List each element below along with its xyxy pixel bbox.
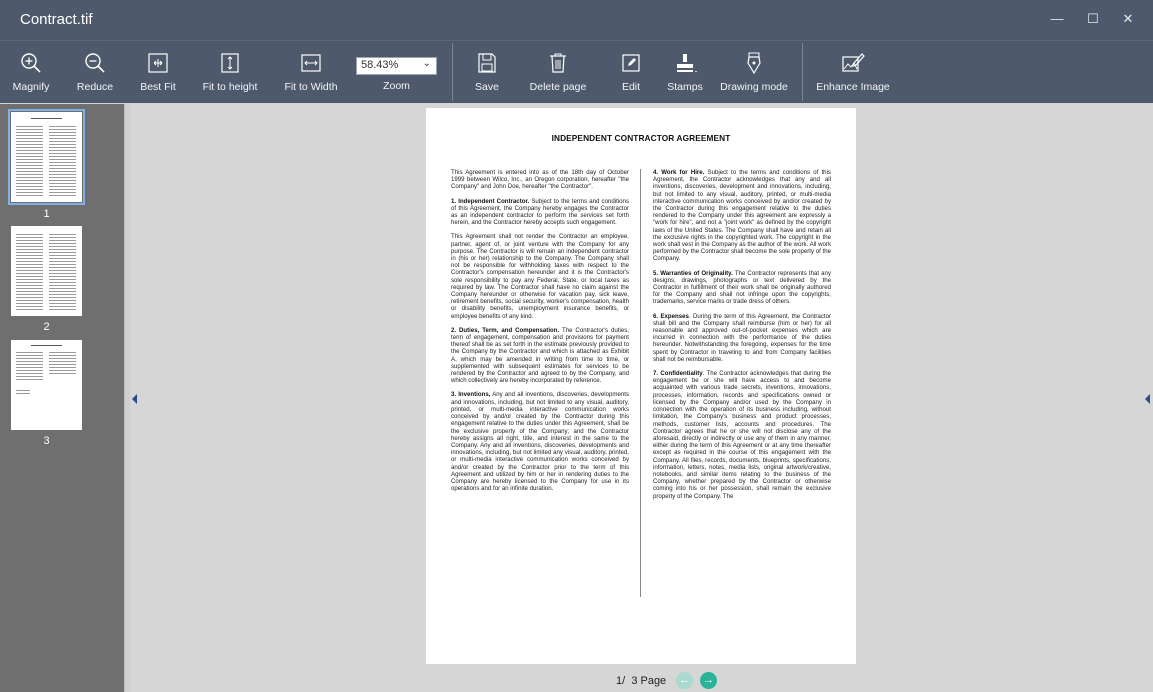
reduce-button[interactable]: Reduce	[72, 41, 118, 104]
magnify-button[interactable]: Magnify	[8, 41, 54, 104]
enhance-image-icon	[842, 53, 865, 72]
zoom-label-wrap: Zoom	[356, 41, 437, 104]
best-fit-icon	[148, 53, 168, 73]
stamps-label: Stamps	[667, 81, 703, 93]
edit-label: Edit	[621, 81, 641, 93]
paragraph: 1. Independent Contractor. Subject to th…	[451, 197, 629, 227]
collapse-right-arrow-icon[interactable]	[1145, 394, 1150, 404]
next-page-button[interactable]: →	[700, 672, 717, 689]
fit-to-height-button[interactable]: Fit to height	[200, 41, 260, 104]
edit-button[interactable]: Edit	[612, 41, 650, 104]
paragraph: 3. Inventions, Any and all inventions, d…	[451, 391, 629, 493]
fit-to-width-button[interactable]: Fit to Width	[280, 41, 342, 104]
page-thumbnail-2[interactable]	[11, 226, 82, 316]
paragraph: This Agreement shall not render the Cont…	[451, 233, 629, 320]
document-page: INDEPENDENT CONTRACTOR AGREEMENT This Ag…	[426, 108, 856, 664]
paragraph: This Agreement is entered into as of the…	[451, 169, 629, 191]
zoom-label: Zoom	[383, 80, 410, 92]
reduce-label: Reduce	[76, 81, 114, 93]
paragraph: 4. Work for Hire. Subject to the terms a…	[653, 169, 831, 263]
fit-to-height-label: Fit to height	[202, 81, 258, 93]
page-thumbnail-1[interactable]	[8, 109, 85, 205]
best-fit-button[interactable]: Best Fit	[134, 41, 182, 104]
enhance-image-button[interactable]: Enhance Image	[814, 41, 892, 104]
paragraph: 6. Expenses. During the term of this Agr…	[653, 312, 832, 363]
delete-page-button[interactable]: Delete page	[526, 41, 590, 104]
save-label: Save	[475, 81, 499, 93]
document-column-right: 4. Work for Hire. Subject to the terms a…	[653, 169, 831, 507]
drawing-mode-button[interactable]: Drawing mode	[718, 41, 790, 104]
thumbnail-number: 2	[43, 321, 50, 333]
zoom-out-icon	[85, 53, 105, 73]
save-button[interactable]: Save	[466, 41, 508, 104]
magnify-label: Magnify	[12, 81, 50, 93]
paragraph: 2. Duties, Term, and Compensation. The C…	[451, 326, 629, 385]
thumbnail-number: 1	[43, 208, 50, 220]
column-divider	[640, 169, 641, 597]
document-title: INDEPENDENT CONTRACTOR AGREEMENT	[551, 133, 731, 143]
thumbnail-panel: 1 2 3	[0, 104, 124, 692]
maximize-button[interactable]: ☐	[1080, 8, 1106, 30]
stamp-icon	[677, 54, 697, 73]
trash-icon	[550, 53, 566, 73]
title-bar: Contract.tif — ☐ ✕	[0, 0, 1153, 40]
toolbar: Magnify Reduce Best Fit Fit to height Fi…	[0, 40, 1153, 103]
toolbar-divider	[802, 43, 803, 101]
fit-height-icon	[221, 53, 239, 73]
edit-icon	[622, 54, 640, 72]
save-icon	[478, 53, 496, 73]
collapse-left-arrow-icon[interactable]	[132, 394, 137, 404]
pen-icon	[747, 52, 761, 75]
paragraph: 7. Confidentiality. The Contractor ackno…	[653, 370, 831, 500]
close-button[interactable]: ✕	[1115, 8, 1141, 30]
document-viewer: INDEPENDENT CONTRACTOR AGREEMENT This Ag…	[130, 104, 1153, 692]
enhance-image-label: Enhance Image	[816, 81, 890, 93]
fit-to-width-label: Fit to Width	[284, 81, 338, 93]
zoom-in-icon	[21, 53, 41, 73]
stamps-button[interactable]: Stamps	[664, 41, 706, 104]
previous-page-button[interactable]: ←	[676, 672, 693, 689]
minimize-button[interactable]: —	[1044, 8, 1070, 30]
page-thumbnail-3[interactable]	[11, 340, 82, 430]
best-fit-label: Best Fit	[140, 81, 176, 93]
toolbar-divider	[452, 43, 453, 101]
paragraph: 5. Warranties of Originality. The Contra…	[653, 269, 831, 306]
thumbnail-number: 3	[43, 435, 50, 447]
fit-width-icon	[301, 54, 321, 72]
drawing-mode-label: Drawing mode	[720, 81, 788, 93]
page-indicator: 1/ 3 Page	[616, 675, 667, 687]
document-column-left: This Agreement is entered into as of the…	[451, 169, 629, 499]
delete-page-label: Delete page	[529, 81, 587, 93]
window-title: Contract.tif	[20, 11, 93, 28]
